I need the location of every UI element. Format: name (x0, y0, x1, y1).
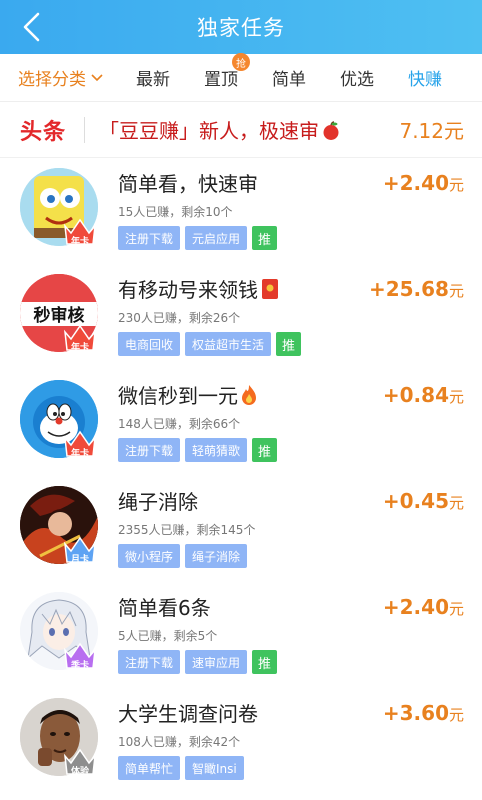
reward-unit: 元 (448, 388, 464, 406)
task-title: 绳子消除 (118, 490, 198, 514)
reward-unit: 元 (448, 494, 464, 512)
task-tags: 电商回收 权益超市生活 推 (118, 332, 302, 356)
tag: 注册下载 (118, 226, 181, 250)
task-item[interactable]: 年卡 简单看，快速审 15人已赚，剩余10个 注册下载 元启应用 推 +2.40… (0, 158, 482, 264)
task-tags: 微小程序 绳子消除 (118, 544, 248, 568)
task-reward: +2.40元 (383, 171, 464, 195)
task-item[interactable]: 季卡 简单看6条 5人已赚，剩余5个 注册下载 速审应用 推 +2.40元 (0, 582, 482, 688)
task-stats: 108人已赚，剩余42个 (118, 735, 241, 749)
reward-unit: 元 (448, 176, 464, 194)
task-reward: +0.84元 (383, 383, 464, 407)
tab-simple[interactable]: 简单 (272, 65, 306, 90)
task-reward: +25.68元 (369, 277, 464, 301)
tab-label: 置顶 (204, 70, 238, 90)
reward-unit: 元 (448, 600, 464, 618)
recommend-badge: 推 (252, 438, 278, 462)
task-title: 简单看6条 (118, 596, 211, 620)
membership-badge: 年卡 (62, 322, 98, 354)
tag: 微小程序 (118, 544, 181, 568)
tab-label: 选择分类 (18, 70, 86, 90)
task-reward: +2.40元 (383, 595, 464, 619)
tab-latest[interactable]: 最新 (136, 65, 170, 90)
task-title: 大学生调查问卷 (118, 702, 258, 726)
tag: 元启应用 (185, 226, 248, 250)
recommend-badge: 推 (276, 332, 302, 356)
apple-icon (323, 121, 339, 140)
task-stats: 15人已赚，剩余10个 (118, 205, 233, 219)
filter-tabs: 选择分类 最新 置顶 抢 简单 优选 快赚 (0, 53, 482, 102)
reward-amount: +0.45 (382, 489, 449, 513)
membership-badge: 季卡 (62, 640, 98, 672)
task-tags: 注册下载 元启应用 推 (118, 226, 278, 250)
membership-badge: 体验 (62, 746, 98, 778)
membership-badge: 年卡 (62, 428, 98, 460)
tab-category-select[interactable]: 选择分类 (18, 65, 104, 90)
task-stats: 2355人已赚，剩余145个 (118, 523, 256, 537)
recommend-badge: 推 (252, 650, 278, 674)
task-reward: +3.60元 (383, 701, 464, 725)
task-list: 年卡 简单看，快速审 15人已赚，剩余10个 注册下载 元启应用 推 +2.40… (0, 158, 482, 794)
top-bar: 独家任务 (0, 0, 482, 54)
task-stats: 148人已赚，剩余66个 (118, 417, 241, 431)
reward-amount: +2.40 (382, 595, 449, 619)
task-tags: 注册下载 速审应用 推 (118, 650, 278, 674)
fire-icon (242, 385, 256, 405)
page-title: 独家任务 (197, 16, 285, 40)
task-title: 有移动号来领钱 (118, 274, 279, 303)
task-title-text: 微信秒到一元 (118, 384, 238, 408)
chevron-down-icon (91, 73, 103, 81)
task-title-text: 有移动号来领钱 (118, 278, 258, 302)
hot-badge: 抢 (232, 53, 250, 71)
tag: 速审应用 (185, 650, 248, 674)
reward-amount: +0.84 (382, 383, 449, 407)
task-tags: 简单帮忙 智瞰Insi (118, 756, 244, 780)
tab-quick-earn[interactable]: 快赚 (408, 65, 442, 90)
membership-label: 年卡 (70, 343, 89, 353)
task-stats: 230人已赚，剩余26个 (118, 311, 241, 325)
headline-reward: 7.12元 (399, 119, 464, 143)
red-envelope-icon (262, 279, 278, 299)
tag: 轻萌猜歌 (185, 438, 248, 462)
task-item[interactable]: 年卡 微信秒到一元 148人已赚，剩余66个 注册下载 轻萌猜歌 推 +0.84… (0, 370, 482, 476)
tab-pinned[interactable]: 置顶 抢 (204, 53, 250, 90)
membership-badge: 月卡 (62, 534, 98, 566)
tag: 注册下载 (118, 438, 181, 462)
reward-amount: +3.60 (382, 701, 449, 725)
membership-badge: 年卡 (62, 216, 98, 248)
task-item[interactable]: 体验 大学生调查问卷 108人已赚，剩余42个 简单帮忙 智瞰Insi +3.6… (0, 688, 482, 794)
task-title: 简单看，快速审 (118, 172, 258, 196)
task-reward: +0.45元 (383, 489, 464, 513)
membership-label: 年卡 (70, 449, 89, 459)
tag: 电商回收 (118, 332, 181, 356)
reward-amount: +25.68 (368, 277, 449, 301)
task-item[interactable]: 月卡 绳子消除 2355人已赚，剩余145个 微小程序 绳子消除 +0.45元 (0, 476, 482, 582)
membership-label: 季卡 (70, 661, 89, 671)
tab-preferred[interactable]: 优选 (340, 65, 374, 90)
reward-unit: 元 (448, 706, 464, 724)
task-stats: 5人已赚，剩余5个 (118, 629, 218, 643)
recommend-badge: 推 (252, 226, 278, 250)
membership-label: 年卡 (70, 237, 89, 247)
headline-logo: 头条 (20, 119, 67, 145)
tag: 注册下载 (118, 650, 181, 674)
reward-unit: 元 (448, 282, 464, 300)
tag: 简单帮忙 (118, 756, 181, 780)
tag: 绳子消除 (185, 544, 248, 568)
chevron-left-icon (23, 12, 40, 42)
back-button[interactable] (14, 9, 50, 45)
task-item[interactable]: 秒审核 年卡 有移动号来领钱 230人已赚，剩余26个 电商回收 权益超市生活 … (0, 264, 482, 370)
reward-amount: +2.40 (382, 171, 449, 195)
headline-banner[interactable]: 头条 「豆豆赚」新人，极速审 7.12元 (0, 102, 482, 158)
membership-label: 体验 (70, 767, 89, 777)
task-tags: 注册下载 轻萌猜歌 推 (118, 438, 278, 462)
tag: 权益超市生活 (185, 332, 272, 356)
task-title: 微信秒到一元 (118, 380, 258, 409)
divider (84, 116, 86, 143)
membership-label: 月卡 (70, 555, 89, 565)
headline-message: 「豆豆赚」新人，极速审 (99, 119, 320, 143)
tag: 智瞰Insi (185, 756, 244, 780)
headline-text: 「豆豆赚」新人，极速审 (99, 115, 341, 144)
